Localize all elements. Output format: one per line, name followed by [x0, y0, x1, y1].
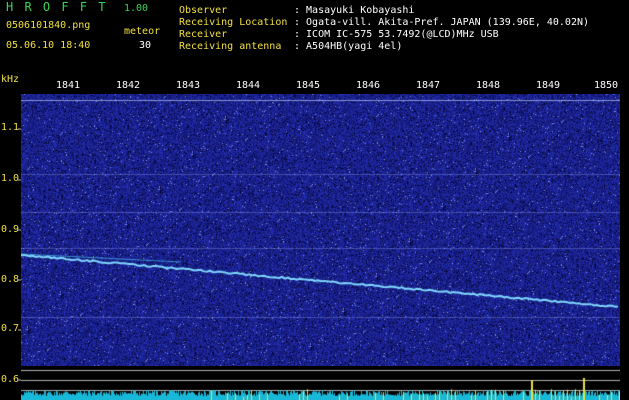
- reference-band-canvas: [21, 366, 620, 400]
- hrofft-screen: { "app": { "title": "H R O F F T", "vers…: [0, 0, 629, 400]
- spectrogram-canvas: [21, 94, 620, 366]
